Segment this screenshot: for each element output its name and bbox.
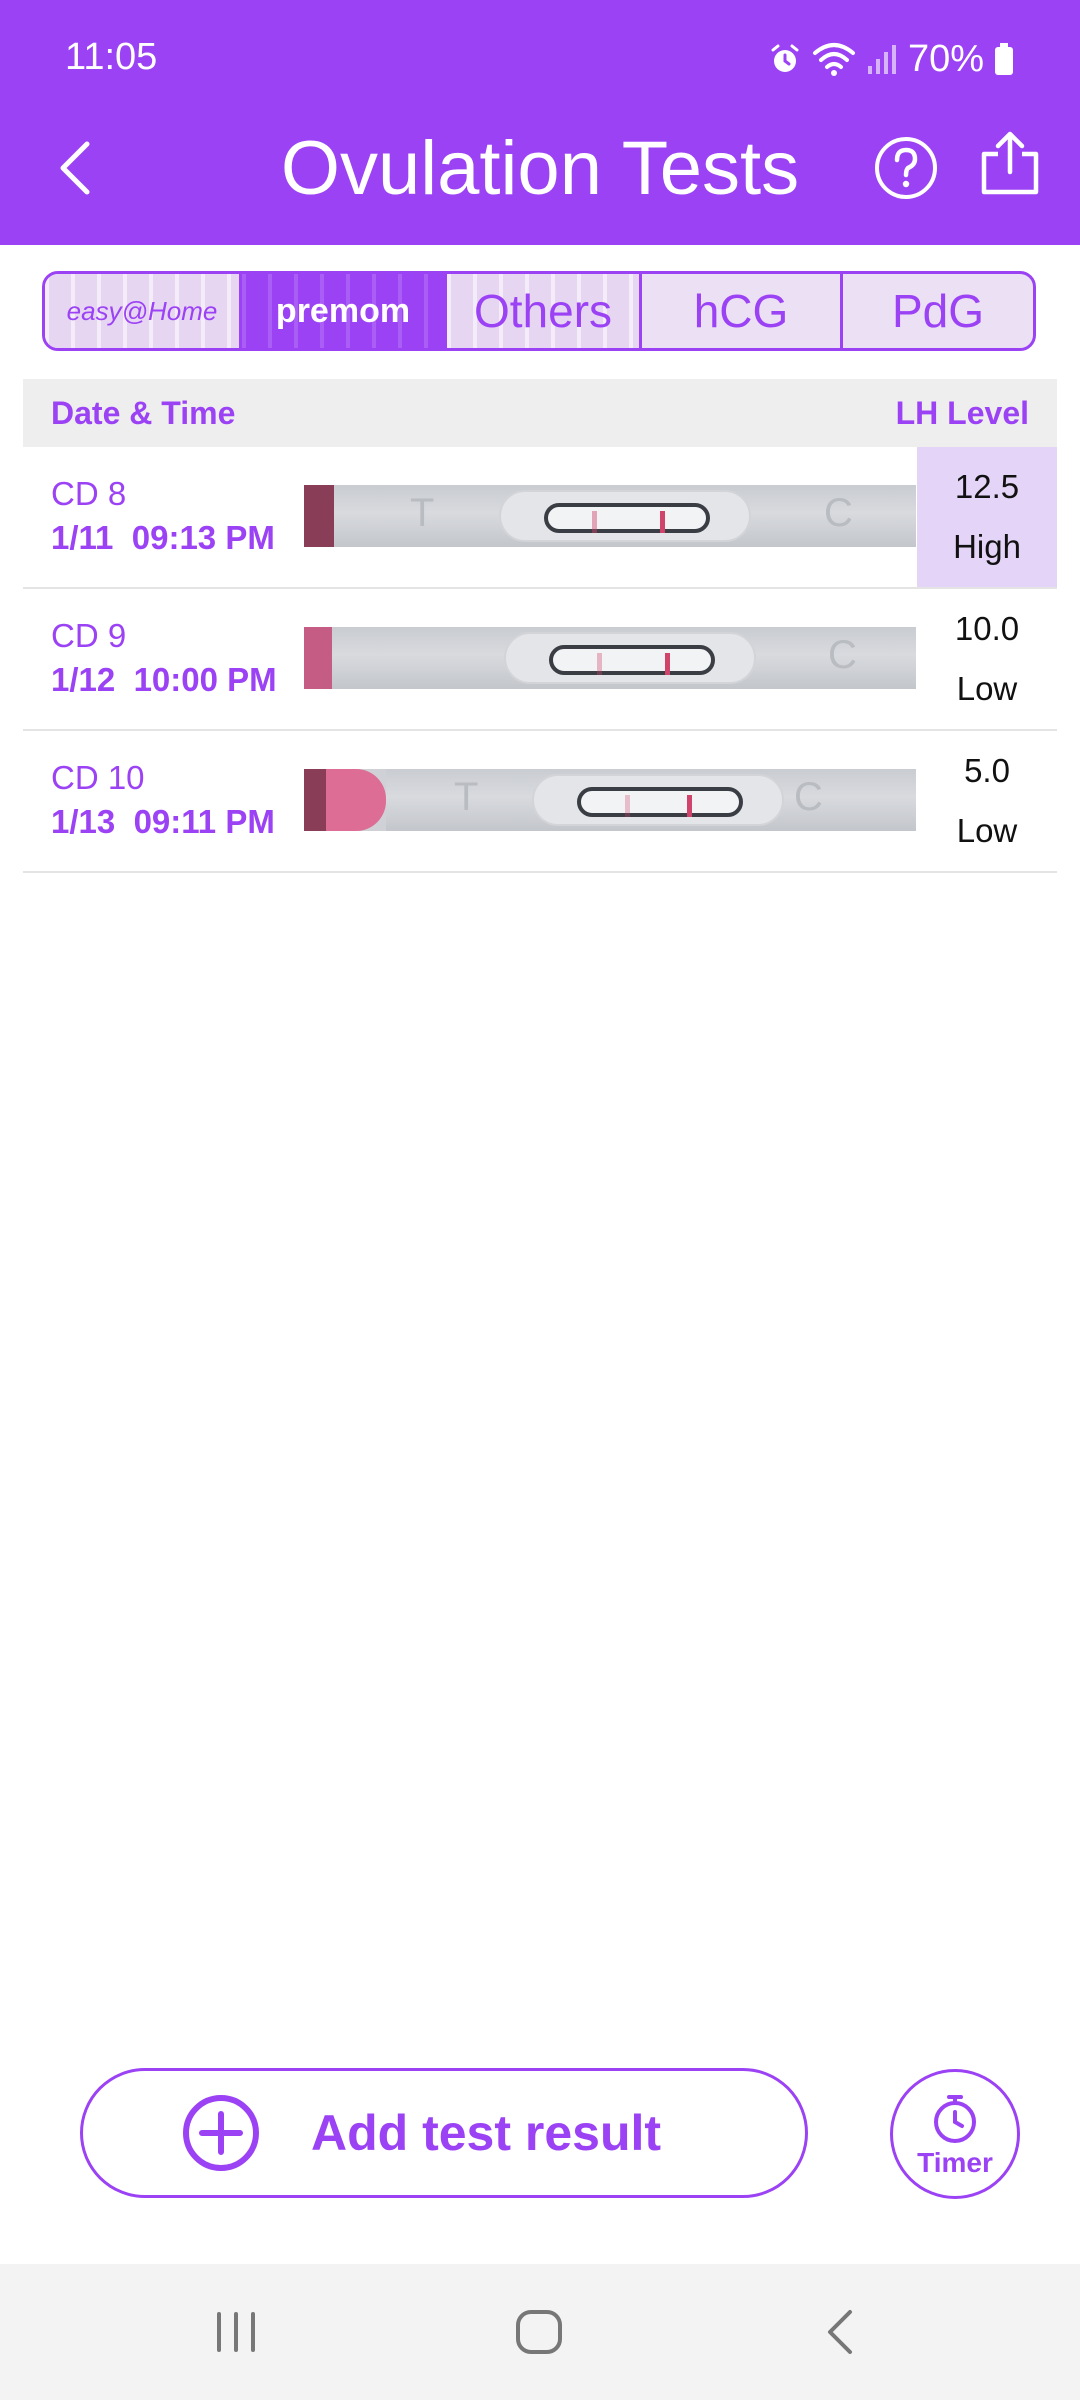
tab-others[interactable]: Others — [447, 274, 642, 348]
tab-hcg-label: hCG — [693, 285, 789, 337]
column-date-time: Date & Time — [51, 394, 236, 431]
test-strip-image: C — [304, 627, 916, 689]
tab-hcg[interactable]: hCG — [642, 274, 843, 348]
share-button[interactable] — [978, 128, 1048, 202]
app-header: 11:05 70% Ovulation Tests — [0, 0, 1080, 245]
lh-level-cell: 12.5 High — [917, 447, 1057, 587]
lh-value: 10.0 — [954, 610, 1020, 647]
test-row[interactable]: CD 8 1/11 09:13 PM T C 12.5 High — [23, 447, 1057, 589]
lh-level-cell: 5.0 Low — [917, 731, 1057, 871]
back-icon[interactable] — [820, 2302, 860, 2362]
system-nav-bar — [0, 2264, 1080, 2400]
battery-percentage: 70% — [907, 37, 984, 80]
premom-logo: premom — [275, 291, 411, 330]
test-datetime: 1/12 10:00 PM — [51, 661, 277, 698]
help-button[interactable] — [874, 136, 938, 200]
stopwatch-icon — [934, 2095, 976, 2143]
add-test-result-button[interactable]: Add test result — [80, 2068, 808, 2198]
cycle-day: CD 8 — [51, 475, 127, 512]
test-datetime: 1/11 09:13 PM — [51, 519, 275, 556]
table-header: Date & Time LH Level — [23, 379, 1057, 447]
easy-at-home-logo: easy@Home — [66, 295, 218, 326]
timer-button[interactable]: Timer — [890, 2069, 1020, 2199]
alarm-icon — [771, 44, 799, 72]
test-brand-tabs: easy@Home premom Others hCG PdG — [42, 271, 1036, 351]
tab-others-label: Others — [473, 285, 613, 337]
test-datetime: 1/13 09:11 PM — [51, 803, 275, 840]
test-row[interactable]: CD 9 1/12 10:00 PM C 10.0 Low — [23, 589, 1057, 731]
test-row[interactable]: CD 10 1/13 09:11 PM T C 5.0 Low — [23, 731, 1057, 873]
home-icon[interactable] — [514, 2302, 564, 2362]
wifi-icon — [812, 43, 855, 76]
battery-icon — [995, 43, 1013, 75]
column-lh-level: LH Level — [895, 394, 1029, 431]
signal-icon — [867, 45, 896, 74]
add-test-result-label: Add test result — [311, 2105, 662, 2161]
test-strip-image: T C — [304, 769, 916, 831]
lh-level-label: Low — [956, 812, 1018, 849]
share-icon — [981, 131, 1039, 195]
lh-level-cell: 10.0 Low — [917, 589, 1057, 729]
timer-label: Timer — [917, 2147, 993, 2178]
tab-pdg[interactable]: PdG — [843, 274, 1033, 348]
status-icons: 70% — [768, 34, 1014, 84]
lh-value: 5.0 — [964, 752, 1010, 789]
cycle-day: CD 10 — [51, 759, 145, 796]
lh-level-label: High — [953, 528, 1021, 565]
plus-circle-icon — [183, 2095, 259, 2171]
tab-easy-at-home[interactable]: easy@Home — [45, 274, 242, 348]
cycle-day: CD 9 — [51, 617, 127, 654]
question-circle-icon — [875, 137, 937, 199]
recents-icon[interactable] — [213, 2302, 259, 2362]
status-time: 11:05 — [65, 36, 158, 78]
lh-value: 12.5 — [954, 468, 1020, 505]
lh-level-label: Low — [956, 670, 1018, 707]
test-strip-image: T C — [304, 485, 916, 547]
tab-pdg-label: PdG — [891, 285, 985, 337]
tab-premom[interactable]: premom — [242, 274, 447, 348]
